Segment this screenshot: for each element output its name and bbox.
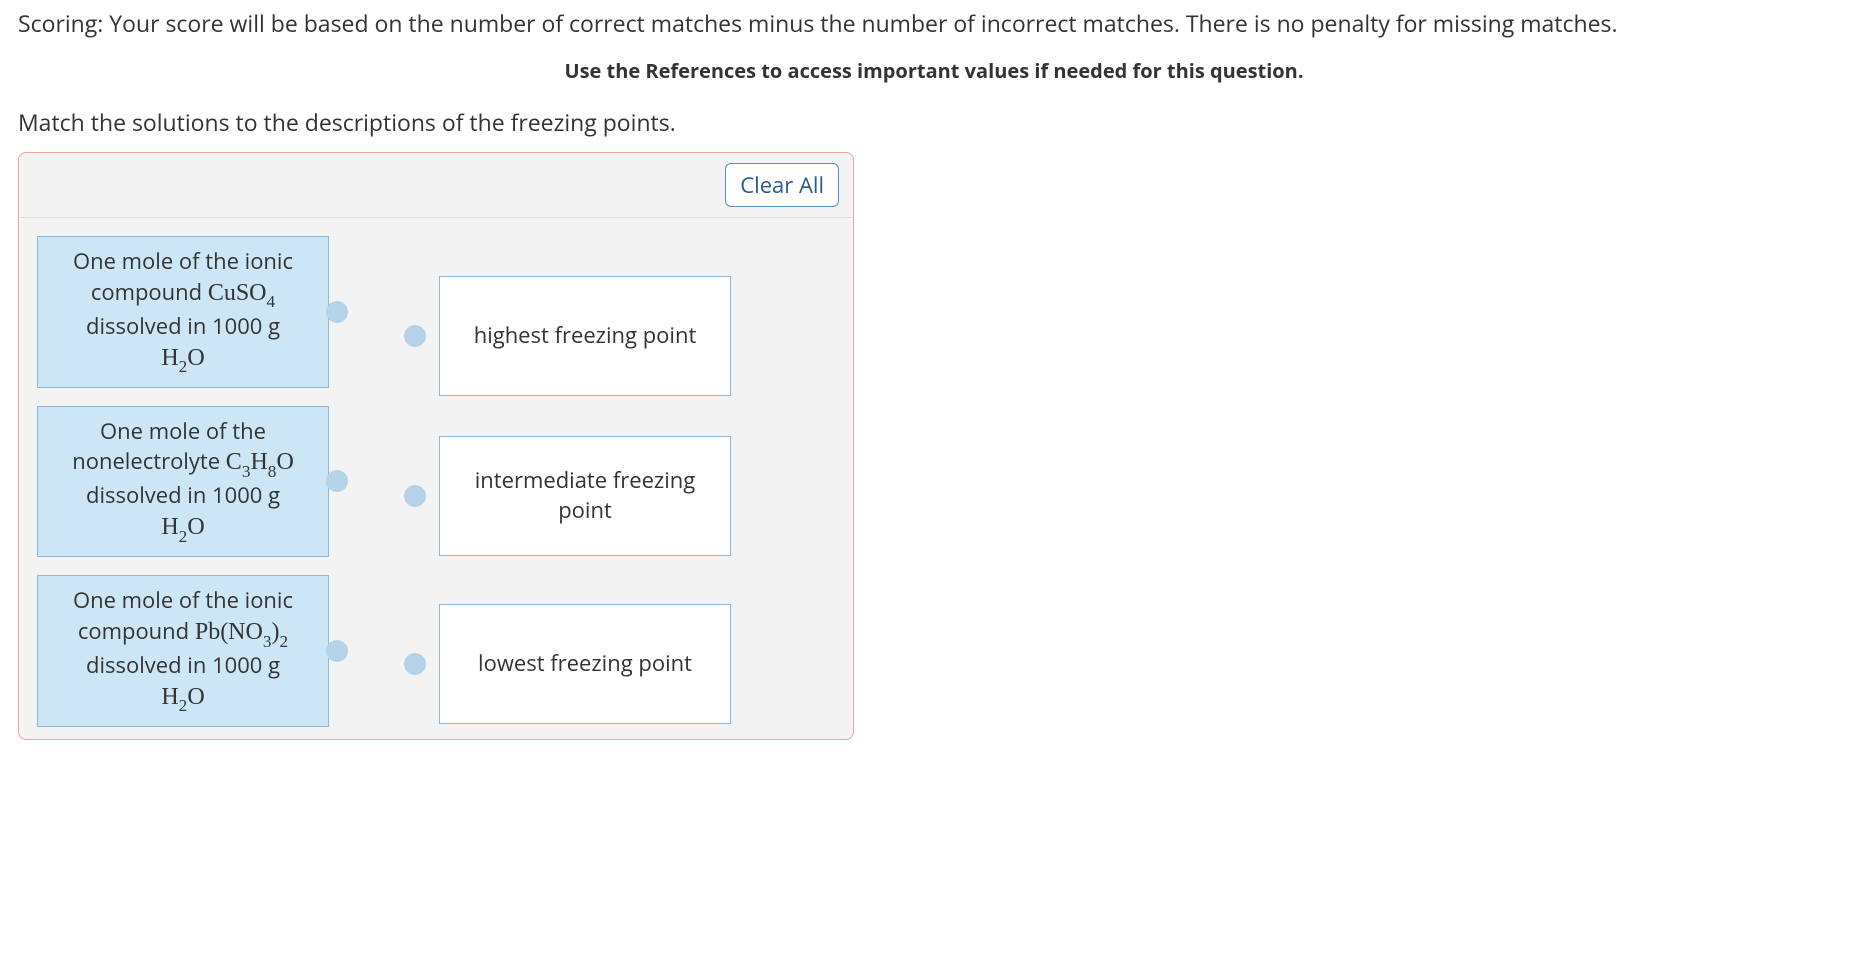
left-item-pbno32[interactable]: One mole of the ionic compound Pb(NO3)2 … [37,575,329,727]
formula: O [276,449,293,475]
matching-body: One mole of the ionic compound CuSO4 dis… [19,218,853,739]
subscript: 3 [263,632,272,651]
text: dissolved in 1000 g [86,480,280,510]
text: lowest freezing point [478,649,692,679]
subscript: 8 [268,462,277,481]
right-item-lowest[interactable]: lowest freezing point [439,604,731,724]
text: compound [91,277,208,307]
right-item-intermediate[interactable]: intermediate freezing point [439,436,731,556]
subscript: 2 [280,632,289,651]
connector-dot-icon[interactable] [326,301,348,323]
connector-dot-icon[interactable] [404,325,426,347]
connector-dot-icon[interactable] [404,653,426,675]
text: highest freezing point [474,321,697,351]
scoring-text: Scoring: Your score will be based on the… [18,8,1850,39]
formula: H [250,449,267,475]
question-instruction: Match the solutions to the descriptions … [18,106,1850,138]
matching-header: Clear All [19,153,853,218]
clear-all-button[interactable]: Clear All [725,163,839,207]
text: One mole of the ionic [73,585,293,615]
subscript: 3 [242,462,251,481]
formula: H [161,514,178,540]
references-hint: Use the References to access important v… [18,57,1850,84]
formula: Pb(NO [195,619,263,645]
text: dissolved in 1000 g [86,311,280,341]
connector-dot-icon[interactable] [326,470,348,492]
formula: O [187,345,204,371]
text: One mole of the ionic [73,246,293,276]
right-column: highest freezing point intermediate free… [439,236,731,727]
formula: H [161,684,178,710]
subscript: 2 [179,357,188,376]
formula: C [226,449,242,475]
left-item-cuso4[interactable]: One mole of the ionic compound CuSO4 dis… [37,236,329,388]
subscript: 4 [267,292,276,311]
left-column: One mole of the ionic compound CuSO4 dis… [37,236,329,727]
left-item-c3h8o[interactable]: One mole of the nonelectrolyte C3H8O dis… [37,406,329,558]
text: One mole of the [100,416,266,446]
formula: O [187,684,204,710]
matching-container: Clear All One mole of the ionic compound… [18,152,854,740]
text: intermediate freezing point [454,466,716,525]
connector-dot-icon[interactable] [326,640,348,662]
text: compound [78,616,195,646]
connector-dot-icon[interactable] [404,485,426,507]
subscript: 2 [179,696,188,715]
formula: ) [272,619,280,645]
right-item-highest[interactable]: highest freezing point [439,276,731,396]
text: nonelectrolyte [72,446,226,476]
formula: CuSO [208,280,267,306]
formula: H [161,345,178,371]
subscript: 2 [179,527,188,546]
text: dissolved in 1000 g [86,650,280,680]
formula: O [187,514,204,540]
